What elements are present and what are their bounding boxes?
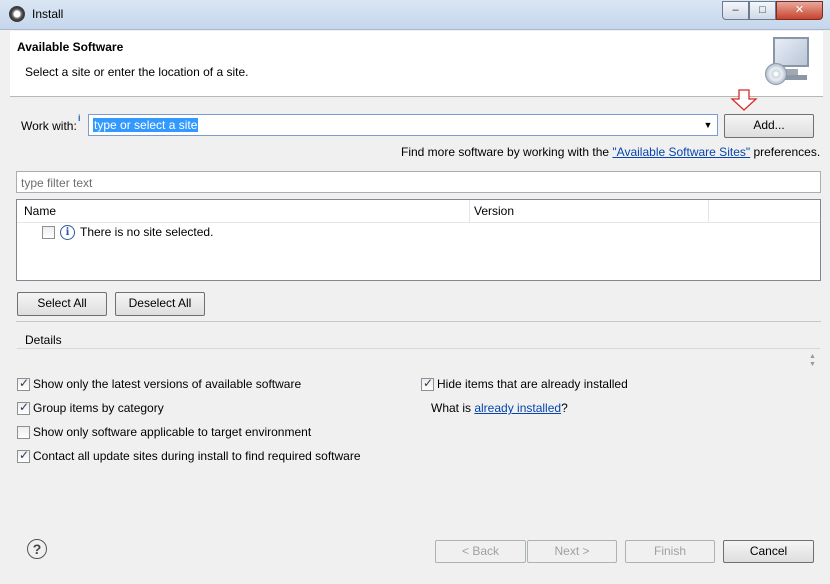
info-icon: i <box>60 225 75 240</box>
content-assist-icon: i <box>78 113 81 123</box>
target-environment-checkbox[interactable] <box>17 426 30 439</box>
help-question-icon[interactable]: ? <box>27 539 47 559</box>
column-header-empty <box>709 200 820 222</box>
page-subtitle: Select a site or enter the location of a… <box>25 65 249 79</box>
deselect-all-button[interactable]: Deselect All <box>115 292 205 316</box>
monitor-with-cd-icon <box>765 35 811 89</box>
red-arrow-indicator-icon <box>730 89 758 111</box>
separator <box>16 321 821 322</box>
work-with-label: Work with: <box>21 119 77 133</box>
eclipse-gear-icon <box>9 6 25 22</box>
chevron-down-icon[interactable]: ▼ <box>701 117 715 133</box>
scroll-arrows-icon[interactable]: ▲ ▼ <box>808 353 817 369</box>
software-table[interactable]: Name Version i There is no site selected… <box>16 199 821 281</box>
title-bar: Install – □ ✕ <box>0 0 830 30</box>
filter-input[interactable]: type filter text <box>16 171 821 193</box>
group-by-category-checkbox[interactable] <box>17 400 30 415</box>
contact-update-sites-checkbox[interactable] <box>17 448 30 463</box>
back-button[interactable]: < Back <box>435 540 526 563</box>
work-with-combo[interactable]: type or select a site ▼ <box>88 114 718 136</box>
filter-placeholder: type filter text <box>21 176 93 190</box>
header-divider <box>17 222 820 223</box>
hide-installed-checkbox[interactable] <box>421 376 434 391</box>
column-header-version[interactable]: Version <box>470 200 709 222</box>
close-button[interactable]: ✕ <box>776 1 823 20</box>
details-label: Details <box>25 333 62 347</box>
details-area[interactable]: ▲ ▼ <box>17 348 820 370</box>
work-with-value[interactable]: type or select a site <box>93 118 199 132</box>
column-header-name[interactable]: Name <box>17 200 470 222</box>
latest-versions-checkbox[interactable] <box>17 376 30 391</box>
row-text: There is no site selected. <box>80 225 214 239</box>
finish-button[interactable]: Finish <box>625 540 715 563</box>
cancel-button[interactable]: Cancel <box>723 540 814 563</box>
select-all-button[interactable]: Select All <box>17 292 107 316</box>
row-checkbox[interactable] <box>42 226 55 239</box>
already-installed-link[interactable]: already installed <box>474 401 561 415</box>
maximize-button[interactable]: □ <box>749 1 776 20</box>
what-is-installed-text: What is already installed? <box>431 401 568 415</box>
next-button[interactable]: Next > <box>527 540 617 563</box>
window-title: Install <box>32 7 64 21</box>
available-software-sites-link[interactable]: "Available Software Sites" <box>612 145 750 159</box>
find-more-text: Find more software by working with the "… <box>401 145 821 159</box>
minimize-button[interactable]: – <box>722 1 749 20</box>
add-site-button[interactable]: Add... <box>724 114 814 138</box>
wizard-header: Available Software Select a site or ente… <box>10 31 823 97</box>
page-title: Available Software <box>17 40 124 54</box>
